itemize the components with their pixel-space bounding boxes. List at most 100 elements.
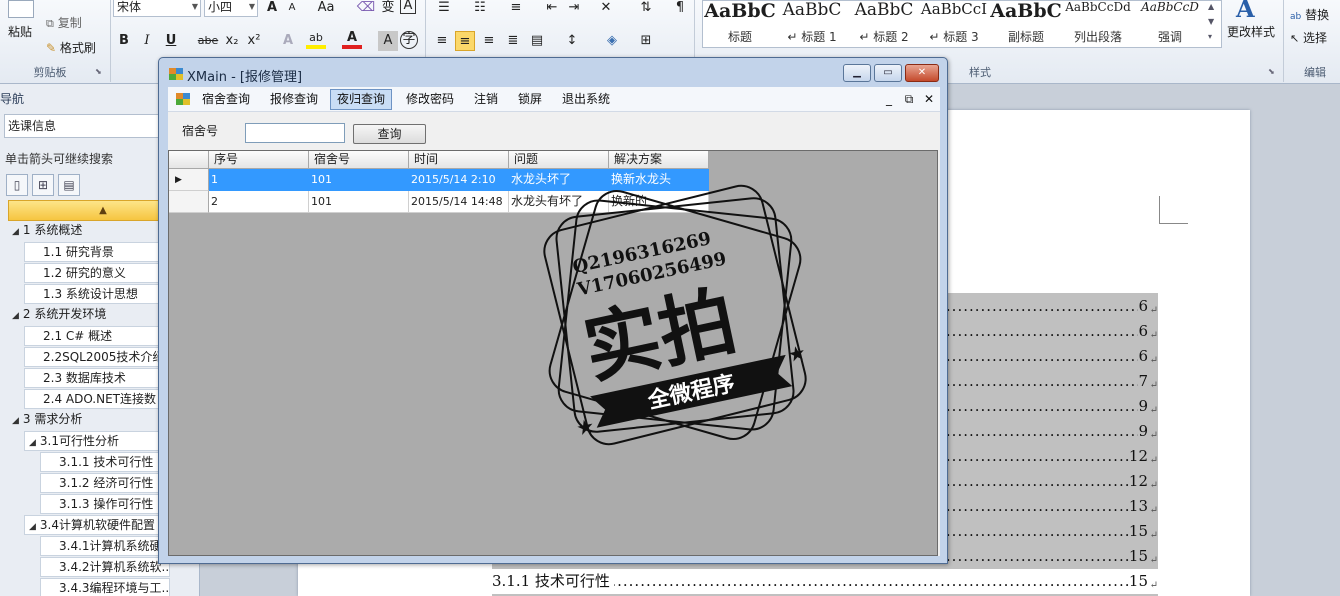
nav-tree-item[interactable]: ◢ 1 系统概述 bbox=[8, 221, 170, 241]
nav-tree-item[interactable]: ◢ 3 需求分析 bbox=[8, 410, 170, 430]
dorm-number-input[interactable] bbox=[245, 123, 345, 143]
change-case-button[interactable]: Aa bbox=[314, 0, 338, 18]
show-marks-icon[interactable]: ¶ bbox=[670, 0, 690, 18]
italic-button[interactable]: I bbox=[137, 31, 157, 51]
nav-tree-item[interactable]: 3.4.2计算机系统软... bbox=[40, 557, 170, 577]
nav-tree-item[interactable]: 3.1.3 操作可行性 bbox=[40, 494, 170, 514]
grid-cell[interactable]: 101 bbox=[309, 191, 409, 213]
style-heading-2[interactable]: AaBbC ↵ 标题 2 bbox=[848, 0, 920, 48]
expand-triangle-icon[interactable]: ◢ bbox=[12, 416, 19, 426]
style-emphasis[interactable]: AaBbCcD 强调 bbox=[1134, 0, 1206, 48]
decrease-indent-icon[interactable]: ⇤ bbox=[542, 0, 562, 18]
numbering-icon[interactable]: ☷ bbox=[470, 0, 490, 18]
expand-triangle-icon[interactable]: ◢ bbox=[29, 438, 36, 448]
gallery-scroll-up-icon[interactable]: ▲ bbox=[1208, 2, 1214, 11]
bullets-icon[interactable]: ☰ bbox=[434, 0, 454, 18]
expand-triangle-icon[interactable]: ◢ bbox=[29, 522, 36, 532]
chinese-layout-icon[interactable]: ✕ bbox=[596, 0, 616, 18]
gallery-scroll-down-icon[interactable]: ▼ bbox=[1208, 17, 1214, 26]
highlight-icon[interactable]: ab bbox=[306, 31, 326, 49]
mdi-minimize-button[interactable]: _ bbox=[881, 91, 897, 107]
nav-tree-item[interactable]: 3.1.2 经济可行性 bbox=[40, 473, 170, 493]
expand-triangle-icon[interactable]: ◢ bbox=[12, 311, 19, 321]
phonetic-guide-icon[interactable]: 变 bbox=[378, 0, 398, 18]
font-size-combo[interactable]: 小四 ▼ bbox=[204, 0, 258, 17]
results-view-tab[interactable]: ▤ bbox=[58, 174, 80, 196]
strikethrough-button[interactable]: abe bbox=[196, 31, 220, 51]
column-header-time[interactable]: 时间 bbox=[409, 151, 509, 169]
nav-tree-item[interactable]: 3.4.3编程环境与工... bbox=[40, 578, 170, 596]
font-name-combo[interactable]: 宋体 ▼ bbox=[113, 0, 201, 17]
change-styles-button[interactable]: 更改样式 bbox=[1227, 23, 1275, 40]
increase-indent-icon[interactable]: ⇥ bbox=[564, 0, 584, 18]
mdi-restore-button[interactable]: ⧉ bbox=[901, 91, 917, 107]
menu-exit[interactable]: 退出系统 bbox=[555, 89, 617, 110]
nav-tree-item[interactable]: 2.2SQL2005技术介绍 bbox=[24, 347, 170, 367]
align-right-icon[interactable]: ≡ bbox=[479, 31, 499, 51]
minimize-button[interactable]: ▁ bbox=[843, 64, 871, 82]
paste-button[interactable]: 粘贴 bbox=[8, 23, 32, 40]
expand-triangle-icon[interactable]: ◢ bbox=[12, 227, 19, 237]
menu-lock-screen[interactable]: 锁屏 bbox=[511, 89, 549, 110]
menu-late-return-query[interactable]: 夜归查询 bbox=[330, 89, 393, 110]
distributed-icon[interactable]: ▤ bbox=[527, 31, 547, 51]
headings-view-tab[interactable]: ▯ bbox=[6, 174, 28, 196]
maximize-button[interactable]: ▭ bbox=[874, 64, 902, 82]
column-header-solution[interactable]: 解决方案 bbox=[609, 151, 709, 169]
bold-button[interactable]: B bbox=[114, 31, 134, 51]
grid-cell[interactable]: 2015/5/14 2:10 bbox=[409, 169, 509, 191]
grow-font-button[interactable]: A bbox=[262, 0, 282, 18]
column-header-problem[interactable]: 问题 bbox=[509, 151, 609, 169]
line-spacing-icon[interactable]: ↕ bbox=[562, 31, 582, 51]
menu-change-password[interactable]: 修改密码 bbox=[399, 89, 461, 110]
align-center-icon[interactable]: ≡ bbox=[455, 31, 475, 51]
char-border-icon[interactable]: A bbox=[400, 0, 416, 14]
select-button[interactable]: ↖ 选择 bbox=[1290, 29, 1327, 46]
nav-tree-item[interactable]: 3.4.1计算机系统硬 bbox=[40, 536, 170, 556]
toc-line[interactable]: 3.1.1 技术可行性.............................… bbox=[492, 569, 1158, 594]
grid-cell[interactable]: 2015/5/14 14:48 bbox=[409, 191, 509, 213]
clear-format-icon[interactable]: ⌫ bbox=[356, 0, 376, 18]
nav-tree-item[interactable]: 2.3 数据库技术 bbox=[24, 368, 170, 388]
menu-repair-query[interactable]: 报修查询 bbox=[263, 89, 325, 110]
nav-tree-item[interactable]: 1.1 研究背景 bbox=[24, 242, 170, 262]
nav-tree-item[interactable]: ◢ 3.4计算机软硬件配置 bbox=[24, 515, 170, 535]
mdi-close-button[interactable]: ✕ bbox=[921, 91, 937, 107]
font-color-icon[interactable]: A bbox=[342, 31, 362, 49]
grid-cell[interactable]: 1 bbox=[209, 169, 309, 191]
query-button[interactable]: 查询 bbox=[353, 124, 426, 144]
pages-view-tab[interactable]: ⊞ bbox=[32, 174, 54, 196]
nav-tree-item[interactable]: 3.1.1 技术可行性 bbox=[40, 452, 170, 472]
gallery-more-icon[interactable]: ▾ bbox=[1208, 32, 1212, 41]
close-button[interactable]: ✕ bbox=[905, 64, 939, 82]
menu-logout[interactable]: 注销 bbox=[467, 89, 505, 110]
row-header[interactable] bbox=[169, 191, 209, 213]
multilevel-list-icon[interactable]: ≡ bbox=[506, 0, 526, 18]
nav-tree-item[interactable]: 1.2 研究的意义 bbox=[24, 263, 170, 283]
dialog-launcher-icon[interactable]: ⬊ bbox=[95, 67, 102, 76]
underline-button[interactable]: U bbox=[161, 31, 181, 51]
nav-tree-item[interactable]: 2.1 C# 概述 bbox=[24, 326, 170, 346]
style-list-paragraph[interactable]: AaBbCcDd 列出段落 bbox=[1062, 0, 1134, 48]
borders-icon[interactable]: ⊞ bbox=[636, 31, 656, 51]
nav-tree-item[interactable]: ◢ 3.1可行性分析 bbox=[24, 431, 170, 451]
grid-cell[interactable]: 101 bbox=[309, 169, 409, 191]
style-subtitle[interactable]: AaBbC 副标题 bbox=[990, 0, 1062, 48]
superscript-button[interactable]: x² bbox=[244, 31, 264, 51]
nav-tree-item[interactable]: 2.4 ADO.NET连接数 bbox=[24, 389, 170, 409]
format-painter-button[interactable]: ✎ 格式刷 bbox=[46, 39, 96, 56]
nav-tree-item[interactable]: 1.3 系统设计思想 bbox=[24, 284, 170, 304]
sort-icon[interactable]: ⇅ bbox=[636, 0, 656, 18]
grid-cell[interactable]: 2 bbox=[209, 191, 309, 213]
menu-dorm-query[interactable]: 宿舍查询 bbox=[195, 89, 257, 110]
nav-tree-item[interactable]: ◢ 2 系统开发环境 bbox=[8, 305, 170, 325]
change-styles-icon[interactable]: A bbox=[1236, 0, 1255, 23]
copy-button[interactable]: ⧉ 复制 bbox=[46, 14, 82, 31]
shrink-font-button[interactable]: A bbox=[282, 0, 302, 18]
style-title[interactable]: AaBbC 标题 bbox=[704, 0, 776, 48]
row-header-selected[interactable]: ▶ bbox=[169, 169, 209, 191]
replace-button[interactable]: ab 替换 bbox=[1290, 6, 1329, 23]
paste-icon[interactable] bbox=[8, 0, 34, 18]
dialog-launcher-icon[interactable]: ⬊ bbox=[1268, 67, 1275, 76]
justify-icon[interactable]: ≣ bbox=[503, 31, 523, 51]
